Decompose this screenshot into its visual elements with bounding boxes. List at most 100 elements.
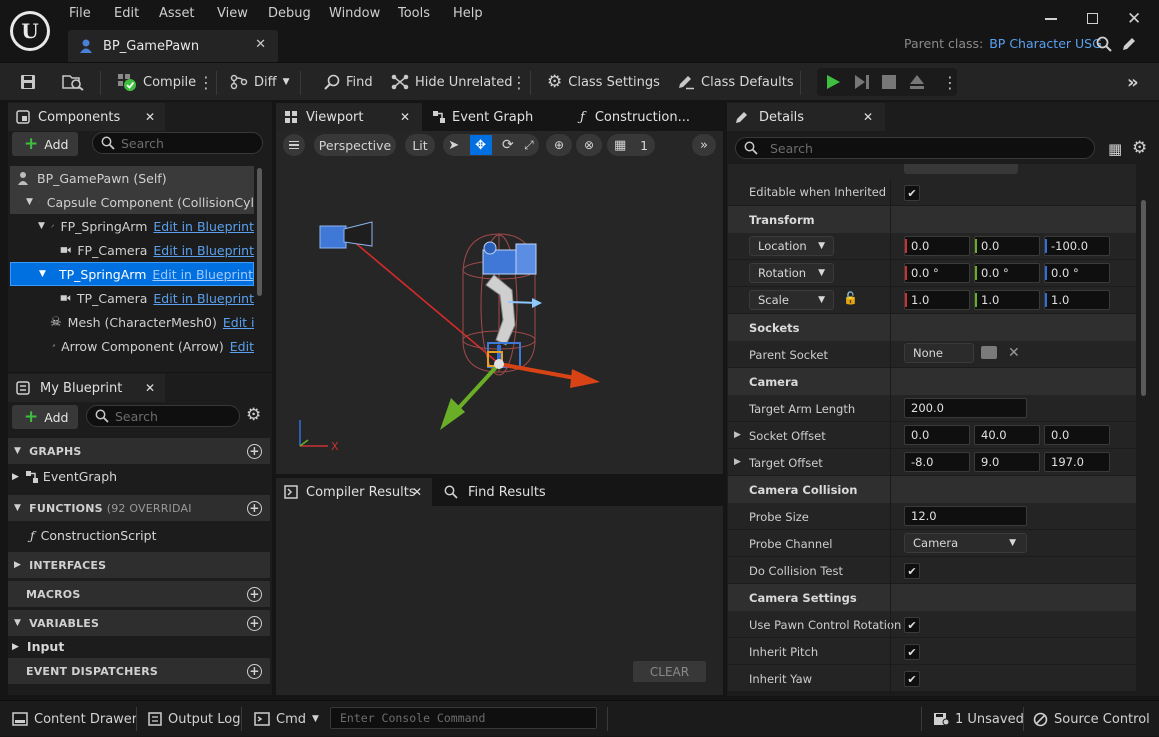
parent-socket-field[interactable]: None <box>904 343 974 363</box>
browse-asset-icon[interactable] <box>62 73 84 91</box>
add-function-icon[interactable]: + <box>247 501 262 516</box>
expand-arrow-icon[interactable]: ▼ <box>38 221 45 231</box>
surface-snap-icon[interactable]: ⊗ <box>576 134 602 156</box>
input-category[interactable]: ▶ Input <box>12 639 64 654</box>
close-window-button[interactable]: ✕ <box>1127 9 1141 29</box>
components-search-input[interactable]: Search <box>92 132 263 154</box>
tab-details[interactable]: Details ✕ <box>727 103 885 131</box>
components-scrollbar[interactable] <box>257 168 262 296</box>
property-matrix-icon[interactable]: ▦ <box>1108 140 1122 158</box>
section-event-dispatchers[interactable]: EVENT DISPATCHERS + <box>8 658 270 684</box>
probe-size-field[interactable]: 12.0 <box>904 506 1027 526</box>
clear-button[interactable]: CLEAR <box>633 661 706 682</box>
tab-components[interactable]: Components ✕ <box>8 103 165 131</box>
edit-in-blueprint-link[interactable]: Edit in Blueprint <box>152 267 253 282</box>
tree-item-arrow[interactable]: Arrow Component (Arrow) Edit <box>10 334 254 358</box>
socket-offset-x-field[interactable]: 0.0 <box>904 425 970 445</box>
tab-event-graph[interactable]: Event Graph <box>424 103 564 131</box>
edit-in-blueprint-link[interactable]: Edit ir <box>223 315 254 330</box>
play-options-icon[interactable]: ⋮ <box>942 63 958 101</box>
rotate-tool-icon[interactable]: ⟳ <box>502 137 514 153</box>
section-variables[interactable]: ▼ VARIABLES + <box>8 610 270 636</box>
do-collision-test-checkbox[interactable]: ✔ <box>904 563 920 579</box>
compile-options-icon[interactable]: ⋮ <box>198 63 214 101</box>
hide-options-icon[interactable]: ⋮ <box>511 63 527 101</box>
add-member-button[interactable]: + Add <box>12 405 78 429</box>
inherit-yaw-checkbox[interactable]: ✔ <box>904 671 920 687</box>
clear-socket-icon[interactable]: ✕ <box>1008 345 1020 361</box>
edit-in-blueprint-link[interactable]: Edit <box>230 339 254 354</box>
expand-arrow-icon[interactable]: ▶ <box>734 457 741 467</box>
unreal-logo-icon[interactable]: U <box>10 11 50 51</box>
close-viewport-icon[interactable]: ✕ <box>400 110 410 124</box>
browse-socket-icon[interactable] <box>981 346 997 359</box>
tree-item-fp-camera[interactable]: FP_Camera Edit in Blueprint <box>10 238 254 262</box>
grid-snap-toggle[interactable]: ▦ 1 <box>607 134 655 156</box>
close-compiler-results-icon[interactable]: ✕ <box>412 485 422 499</box>
details-search-input[interactable]: Search <box>735 137 1095 159</box>
close-details-icon[interactable]: ✕ <box>863 110 873 124</box>
eject-icon[interactable] <box>909 74 925 90</box>
rotation-x-field[interactable]: 0.0 ° <box>904 263 970 283</box>
maximize-button[interactable] <box>1087 13 1098 24</box>
parent-class-link[interactable]: BP Character USG <box>989 36 1102 51</box>
add-dispatcher-icon[interactable]: + <box>247 664 262 679</box>
section-camera-settings[interactable]: Camera Settings <box>728 584 1136 611</box>
construction-script-item[interactable]: ƒ ConstructionScript <box>30 528 157 543</box>
lock-icon[interactable]: 🔓 <box>843 291 858 305</box>
tree-item-capsule[interactable]: ▼ Capsule Component (CollisionCyl <box>10 190 254 214</box>
scale-x-field[interactable]: 1.0 <box>904 290 970 310</box>
viewport-menu-icon[interactable] <box>283 134 305 156</box>
expand-arrow-icon[interactable]: ▼ <box>26 197 33 207</box>
section-transform[interactable]: Transform <box>728 206 1136 233</box>
details-settings-gear-icon[interactable]: ⚙ <box>1132 138 1147 158</box>
location-dropdown[interactable]: Location▼ <box>749 236 834 256</box>
lit-dropdown[interactable]: Lit <box>405 134 435 156</box>
section-functions[interactable]: ▼ FUNCTIONS (92 OVERRIDAI + <box>8 495 270 521</box>
stop-icon[interactable] <box>882 75 896 89</box>
viewport-canvas[interactable]: X <box>276 131 723 474</box>
world-local-toggle-icon[interactable]: ⊕ <box>546 134 572 156</box>
content-drawer-button[interactable]: Content Drawer <box>12 701 137 737</box>
edit-in-blueprint-link[interactable]: Edit in Blueprint <box>153 243 254 258</box>
target-arm-length-field[interactable]: 200.0 <box>904 398 1027 418</box>
settings-gear-icon[interactable]: ⚙ <box>246 405 261 425</box>
target-offset-z-field[interactable]: 197.0 <box>1044 452 1110 472</box>
section-camera[interactable]: Camera <box>728 368 1136 395</box>
cmd-dropdown[interactable]: Cmd ▼ <box>254 701 319 737</box>
details-scrollbar[interactable] <box>1141 200 1146 396</box>
location-z-field[interactable]: -100.0 <box>1044 236 1110 256</box>
section-graphs[interactable]: ▼ GRAPHS + <box>8 438 270 464</box>
find-button[interactable]: Find <box>324 63 373 101</box>
edit-in-blueprint-link[interactable]: Edit in Blueprint <box>153 219 254 234</box>
perspective-dropdown[interactable]: Perspective <box>314 134 396 156</box>
menu-tools[interactable]: Tools <box>398 6 430 24</box>
tree-item-mesh[interactable]: ☠ Mesh (CharacterMesh0) Edit ir <box>10 310 254 334</box>
add-component-button[interactable]: + Add <box>12 132 78 156</box>
menu-help[interactable]: Help <box>453 6 483 24</box>
step-icon[interactable] <box>854 74 870 90</box>
hide-unrelated-button[interactable]: Hide Unrelated <box>391 63 513 101</box>
location-y-field[interactable]: 0.0 <box>974 236 1040 256</box>
tab-compiler-results[interactable]: Compiler Results ✕ <box>276 478 432 506</box>
tab-construction[interactable]: ƒ Construction... <box>570 103 720 131</box>
tree-item-fp-springarm[interactable]: ▼ FP_SpringArm Edit in Blueprint <box>10 214 254 238</box>
source-control-button[interactable]: Source Control <box>1033 701 1150 737</box>
tree-item-tp-springarm[interactable]: ▼ TP_SpringArm Edit in Blueprint <box>10 262 254 286</box>
tab-viewport[interactable]: Viewport ✕ <box>276 103 422 131</box>
tree-item-self[interactable]: BP_GamePawn (Self) <box>10 166 254 190</box>
expand-toolbar-icon[interactable]: » <box>1127 63 1139 101</box>
expand-arrow-icon[interactable]: ▶ <box>12 642 19 652</box>
use-pawn-checkbox[interactable]: ✔ <box>904 617 920 633</box>
diff-button[interactable]: Diff ▼ <box>230 63 290 101</box>
menu-asset[interactable]: Asset <box>159 6 195 24</box>
my-blueprint-search-input[interactable]: Search <box>86 405 240 427</box>
class-settings-button[interactable]: ⚙ Class Settings <box>547 63 660 101</box>
expand-viewport-toolbar-icon[interactable]: » <box>692 134 716 156</box>
tab-my-blueprint[interactable]: My Blueprint ✕ <box>8 374 165 402</box>
section-camera-collision[interactable]: Camera Collision <box>728 476 1136 503</box>
close-my-blueprint-icon[interactable]: ✕ <box>145 381 155 395</box>
target-offset-x-field[interactable]: -8.0 <box>904 452 970 472</box>
menu-view[interactable]: View <box>217 6 248 24</box>
close-tab-icon[interactable]: ✕ <box>255 37 266 52</box>
